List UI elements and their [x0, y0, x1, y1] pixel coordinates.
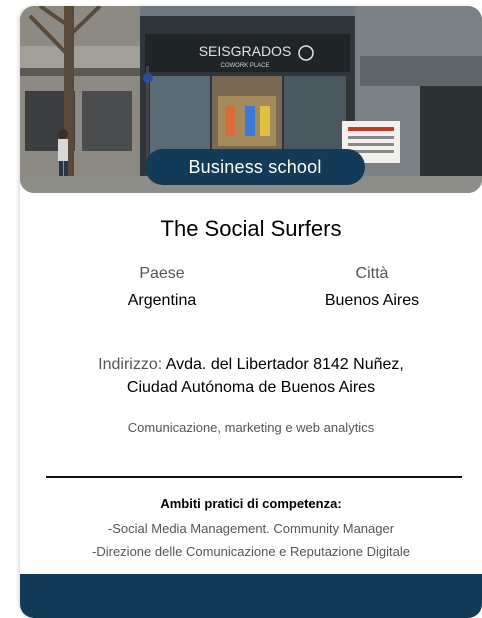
country-label: Paese: [139, 265, 185, 282]
institution-card: SEISGRADOS COWORK PLACE Business school …: [20, 6, 482, 618]
sector: Comunicazione, marketing e web analytics: [127, 420, 375, 435]
skill-item: -Direzione delle Comunicazione e Reputaz…: [92, 544, 410, 559]
card-footer-bar[interactable]: [20, 574, 482, 618]
store-sign-subtext: COWORK PLACE: [220, 63, 269, 69]
country-block: Paese Argentina: [82, 265, 242, 310]
address: Indirizzo: Avda. del Libertador 8142 Nuñ…: [60, 353, 442, 399]
skills-title: Ambiti pratici di competenza:: [160, 496, 342, 511]
address-line-1: Avda. del Libertador 8142 Nuñez,: [162, 356, 404, 373]
store-sign-text: SEISGRADOS: [199, 43, 292, 59]
address-label: Indirizzo:: [98, 356, 163, 373]
skill-item: -Social Media Management. Community Mana…: [107, 521, 395, 536]
storefront-photo: SEISGRADOS COWORK PLACE Business school: [20, 6, 482, 193]
divider: [46, 476, 462, 478]
category-badge: Business school: [145, 149, 365, 185]
city-value: Buenos Aires: [324, 292, 420, 309]
country-value: Argentina: [127, 292, 197, 309]
address-line-2: Ciudad Autónoma de Buenos Aires: [126, 379, 376, 396]
institution-name: The Social Surfers: [160, 216, 342, 241]
city-block: Città Buenos Aires: [282, 265, 462, 310]
city-label: Città: [355, 265, 389, 282]
